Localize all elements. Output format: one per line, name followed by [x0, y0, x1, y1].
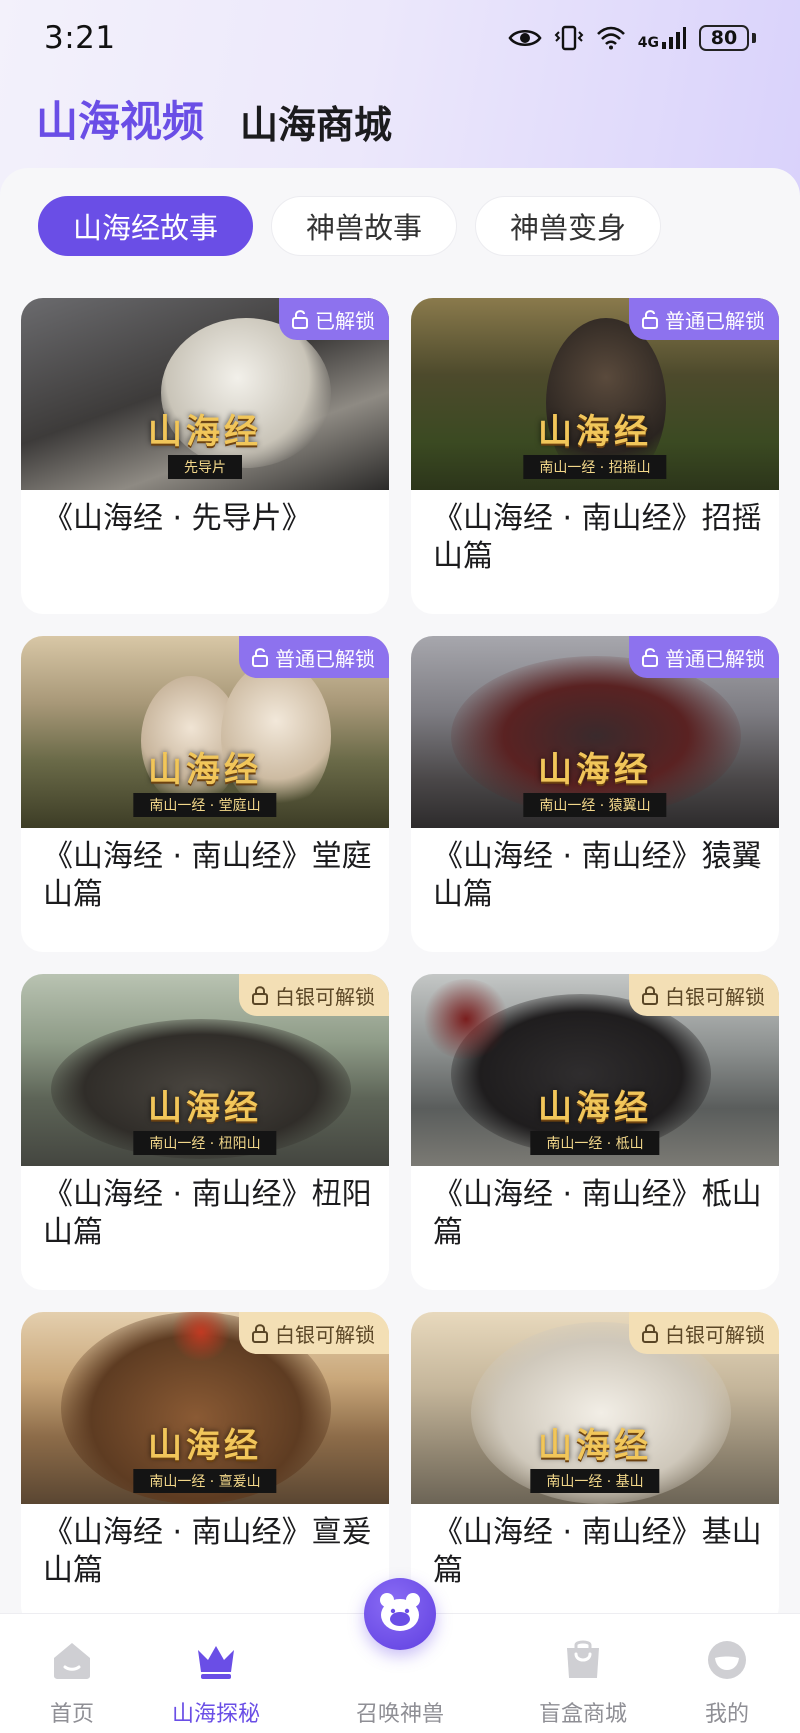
unlock-icon [641, 309, 659, 329]
video-title: 《山海经 · 南山经》猿翼山篇 [433, 839, 762, 912]
unlock-badge: 白银可解锁 [239, 974, 389, 1016]
unlock-badge: 普通已解锁 [239, 636, 389, 678]
video-logo: 山海经 南山一经 · 招摇山 [523, 404, 667, 479]
bag-icon [563, 1638, 603, 1682]
summon-beast-button[interactable] [364, 1578, 436, 1650]
unlock-badge: 白银可解锁 [239, 1312, 389, 1354]
video-card[interactable]: 山海经 南山一经 · 招摇山 普通已解锁 《山海经 · 南山经》招摇山篇 [411, 298, 779, 614]
chip-beast-story[interactable]: 神兽故事 [271, 196, 458, 256]
tab-shanhai-video[interactable]: 山海视频 [36, 88, 204, 175]
video-title: 《山海经 · 先导片》 [43, 501, 312, 536]
video-card[interactable]: 山海经 南山一经 · 基山 白银可解锁 《山海经 · 南山经》基山篇 [411, 1312, 779, 1613]
unlock-icon [291, 309, 309, 329]
unlock-icon [641, 647, 659, 667]
tab-shanhai-mall[interactable]: 山海商城 [240, 94, 392, 149]
nav-profile[interactable]: 我的 [667, 1614, 787, 1733]
lock-icon [251, 1323, 269, 1343]
video-thumbnail: 山海经 南山一经 · 杻阳山 白银可解锁 [21, 974, 389, 1166]
crown-icon [194, 1638, 238, 1682]
video-grid: 山海经 先导片 已解锁 《山海经 · 先导片》 山海经 南山一经 · 招摇山 普… [21, 298, 781, 1613]
category-chips: 山海经故事 神兽故事 神兽变身 [38, 196, 662, 256]
lock-icon [251, 985, 269, 1005]
video-title: 《山海经 · 南山经》基山篇 [433, 1515, 762, 1588]
video-card[interactable]: 山海经 先导片 已解锁 《山海经 · 先导片》 [21, 298, 389, 614]
battery-icon: 80 [699, 25, 756, 51]
unlock-badge: 普通已解锁 [629, 298, 779, 340]
video-thumbnail: 山海经 南山一经 · 堂庭山 普通已解锁 [21, 636, 389, 828]
video-card[interactable]: 山海经 南山一经 · 柢山 白银可解锁 《山海经 · 南山经》柢山篇 [411, 974, 779, 1290]
video-logo: 山海经 南山一经 · 柢山 [530, 1080, 660, 1155]
video-logo: 山海经 南山一经 · 基山 [530, 1418, 660, 1493]
status-time: 3:21 [44, 20, 116, 56]
chip-shanhaijing-story[interactable]: 山海经故事 [38, 196, 254, 256]
video-thumbnail: 山海经 南山一经 · 亶爰山 白银可解锁 [21, 1312, 389, 1504]
unlock-icon [251, 647, 269, 667]
video-title: 《山海经 · 南山经》杻阳山篇 [43, 1177, 372, 1250]
video-card[interactable]: 山海经 南山一经 · 猿翼山 普通已解锁 《山海经 · 南山经》猿翼山篇 [411, 636, 779, 952]
video-thumbnail: 山海经 南山一经 · 基山 白银可解锁 [411, 1312, 779, 1504]
status-bar: 3:21 4G 80 [0, 0, 800, 76]
video-title: 《山海经 · 南山经》亶爰山篇 [43, 1515, 372, 1588]
video-card[interactable]: 山海经 南山一经 · 堂庭山 普通已解锁 《山海经 · 南山经》堂庭山篇 [21, 636, 389, 952]
unlock-badge: 白银可解锁 [629, 974, 779, 1016]
video-thumbnail: 山海经 南山一经 · 招摇山 普通已解锁 [411, 298, 779, 490]
video-title: 《山海经 · 南山经》柢山篇 [433, 1177, 762, 1250]
battery-level: 80 [699, 25, 749, 51]
content-panel: 山海经故事 神兽故事 神兽变身 山海经 先导片 已解锁 《山海经 · 先导片》 [0, 168, 800, 1613]
video-thumbnail: 山海经 先导片 已解锁 [21, 298, 389, 490]
signal-icon: 4G [638, 26, 687, 50]
nav-blindbox-mall[interactable]: 盲盒商城 [523, 1614, 643, 1733]
nav-home[interactable]: 首页 [12, 1614, 132, 1733]
video-logo: 山海经 南山一经 · 亶爰山 [133, 1418, 277, 1493]
video-logo: 山海经 南山一经 · 猿翼山 [523, 742, 667, 817]
video-logo: 山海经 先导片 [148, 404, 262, 479]
network-type: 4G [637, 35, 659, 51]
video-title: 《山海经 · 南山经》招摇山篇 [433, 501, 762, 574]
unlock-badge: 已解锁 [279, 298, 389, 340]
video-thumbnail: 山海经 南山一经 · 柢山 白银可解锁 [411, 974, 779, 1166]
lock-icon [641, 985, 659, 1005]
bear-icon [377, 1591, 423, 1637]
vibrate-icon [554, 25, 584, 51]
lock-icon [641, 1323, 659, 1343]
nav-explore[interactable]: 山海探秘 [156, 1614, 276, 1733]
video-thumbnail: 山海经 南山一经 · 猿翼山 普通已解锁 [411, 636, 779, 828]
top-tabs: 山海视频 山海商城 [36, 88, 392, 175]
profile-icon [707, 1638, 747, 1682]
home-icon [50, 1638, 94, 1682]
video-logo: 山海经 南山一经 · 杻阳山 [133, 1080, 277, 1155]
wifi-icon [596, 26, 626, 50]
eye-icon [508, 27, 542, 49]
unlock-badge: 白银可解锁 [629, 1312, 779, 1354]
video-card[interactable]: 山海经 南山一经 · 亶爰山 白银可解锁 《山海经 · 南山经》亶爰山篇 [21, 1312, 389, 1613]
video-logo: 山海经 南山一经 · 堂庭山 [133, 742, 277, 817]
video-title: 《山海经 · 南山经》堂庭山篇 [43, 839, 372, 912]
chip-beast-transform[interactable]: 神兽变身 [475, 196, 662, 256]
status-icons: 4G 80 [508, 25, 756, 51]
unlock-badge: 普通已解锁 [629, 636, 779, 678]
video-card[interactable]: 山海经 南山一经 · 杻阳山 白银可解锁 《山海经 · 南山经》杻阳山篇 [21, 974, 389, 1290]
